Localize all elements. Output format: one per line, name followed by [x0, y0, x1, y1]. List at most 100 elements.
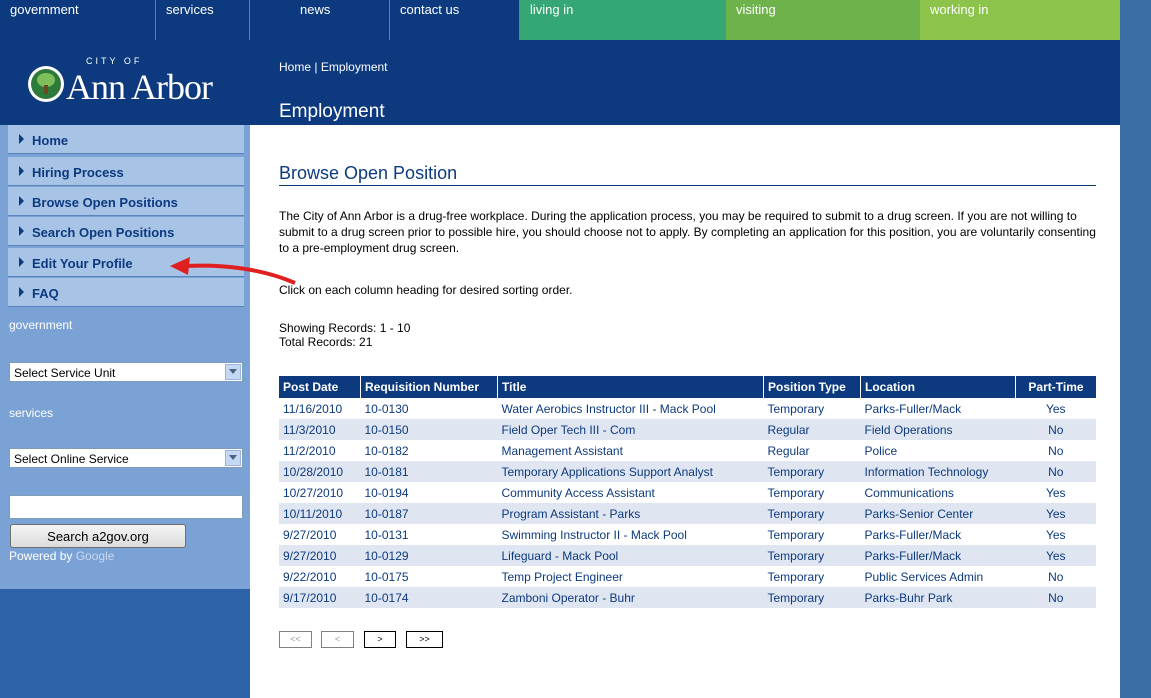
column-title[interactable]: Title: [497, 376, 764, 398]
site-search-input[interactable]: [9, 495, 243, 519]
sidebar-item-label: Browse Open Positions: [32, 195, 178, 210]
cell-requisition-number: 10-0150: [360, 419, 498, 440]
column-position-type[interactable]: Position Type: [763, 376, 861, 398]
page-title: Employment: [279, 101, 385, 122]
table-row: 9/22/2010 10-0175 Temp Project Engineer Tem…: [279, 566, 1096, 587]
breadcrumb-employment[interactable]: Employment: [321, 60, 388, 74]
cell-post-date: 9/27/2010: [283, 527, 337, 542]
cell-location: Public Services Admin: [864, 569, 984, 584]
triangle-right-icon: [19, 257, 24, 267]
table-row: 10/11/2010 10-0187 Program Assistant - Par…: [279, 503, 1096, 524]
powered-by: Powered by Google: [9, 549, 114, 563]
cell-location: Parks-Buhr Park: [860, 587, 1016, 608]
table-row: 9/27/2010 10-0131 Swimming Instructor II -…: [279, 524, 1096, 545]
cell-location: Field Operations: [860, 419, 1016, 440]
cell-part-time: Yes: [1045, 401, 1066, 416]
section-divider: [279, 185, 1096, 186]
sidebar-item-label: Home: [32, 133, 69, 148]
positions-table: Post Date Requisition Number Title Posit…: [279, 376, 1096, 608]
cell-position-type: Temporary: [763, 587, 861, 608]
column-location[interactable]: Location: [860, 376, 1016, 398]
logo-city-of: CITY OF: [86, 56, 143, 66]
pager-next-button[interactable]: >: [364, 631, 396, 648]
sidebar-item-search-open-positions[interactable]: Search Open Positions: [8, 217, 244, 246]
cell-part-time: Yes: [1015, 545, 1096, 566]
cell-post-date: 10/11/2010: [279, 503, 361, 524]
pager-last-button[interactable]: >>: [406, 631, 443, 648]
arrow-head: [170, 257, 190, 275]
cell-requisition-number: 10-0182: [364, 443, 409, 458]
powered-by-label: Powered by: [9, 549, 73, 563]
sort-hint: Click on each column heading for desired…: [279, 283, 573, 297]
cell-title[interactable]: Community Access Assistant: [498, 482, 764, 503]
table-row: 9/17/2010 10-0174 Zamboni Operator - Buhr T…: [279, 587, 1096, 608]
topnav-government[interactable]: government: [0, 0, 156, 40]
breadcrumb-home[interactable]: Home: [279, 60, 311, 74]
table-row: 11/2/2010 10-0182 Management Assistant Regu…: [279, 440, 1096, 461]
cell-post-date: 9/17/2010: [279, 587, 361, 608]
breadcrumb: Home | Employment: [279, 60, 388, 74]
cell-position-type: Temporary: [767, 401, 825, 416]
cell-requisition-number: 10-0131: [364, 527, 409, 542]
online-service-value: Select Online Service: [14, 452, 129, 466]
cell-title[interactable]: Swimming Instructor II - Mack Pool: [498, 524, 764, 545]
pager-first-button[interactable]: <<: [279, 631, 312, 648]
table-row: 11/3/2010 10-0150 Field Oper Tech III - Co…: [279, 419, 1096, 440]
cell-post-date: 11/3/2010: [279, 419, 361, 440]
cell-requisition-number: 10-0130: [364, 401, 409, 416]
topnav-working-in[interactable]: working in: [920, 0, 1120, 40]
table-row: 10/28/2010 10-0181 Temporary Applications …: [279, 461, 1096, 482]
sidebar-footer: [0, 589, 250, 698]
topnav-contact-us[interactable]: contact us: [390, 0, 520, 40]
cell-requisition-number: 10-0174: [360, 587, 498, 608]
online-service-select[interactable]: Select Online Service: [9, 448, 243, 468]
table-row: 11/16/2010 10-0130 Water Aerobics Instruct…: [279, 398, 1096, 419]
cell-title[interactable]: Temp Project Engineer: [498, 566, 764, 587]
triangle-right-icon: [19, 134, 24, 144]
arrow-shaft: [185, 263, 296, 285]
breadcrumb-separator: |: [311, 60, 321, 74]
cell-post-date: 9/22/2010: [283, 569, 337, 584]
cell-title[interactable]: Management Assistant: [498, 440, 764, 461]
cell-requisition-number: 10-0181: [360, 461, 498, 482]
service-unit-select[interactable]: Select Service Unit: [9, 362, 243, 382]
cell-title[interactable]: Lifeguard - Mack Pool: [497, 545, 764, 566]
sidebar-item-home[interactable]: Home: [8, 125, 244, 154]
topnav-services[interactable]: services: [156, 0, 250, 40]
city-logo[interactable]: CITY OF Ann Arbor: [0, 40, 250, 125]
column-post-date[interactable]: Post Date: [279, 376, 361, 398]
cell-title[interactable]: Zamboni Operator - Buhr: [497, 587, 764, 608]
cell-location: Parks-Fuller/Mack: [860, 545, 1016, 566]
pager-previous-button[interactable]: <: [321, 631, 354, 648]
cell-title[interactable]: Water Aerobics Instructor III - Mack Poo…: [498, 398, 764, 419]
triangle-right-icon: [19, 166, 24, 176]
topnav-living-in[interactable]: living in: [520, 0, 726, 40]
column-part-time[interactable]: Part-Time: [1015, 376, 1096, 398]
red-arrow-icon: [170, 257, 296, 285]
sidebar-item-browse-open-positions[interactable]: Browse Open Positions: [8, 187, 244, 216]
cell-location: Parks-Fuller/Mack: [864, 401, 962, 416]
cell-title[interactable]: Temporary Applications Support Analyst: [497, 461, 764, 482]
sidebar-item-hiring-process[interactable]: Hiring Process: [8, 157, 244, 186]
page-background-strip: [1120, 0, 1151, 698]
column-requisition-number[interactable]: Requisition Number: [360, 376, 498, 398]
cell-location: Parks-Senior Center: [860, 503, 1016, 524]
topnav-visiting[interactable]: visiting: [726, 0, 920, 40]
sidebar-item-label: FAQ: [32, 286, 59, 301]
triangle-right-icon: [19, 287, 24, 297]
cell-post-date: 10/28/2010: [279, 461, 361, 482]
cell-title[interactable]: Field Oper Tech III - Com: [497, 419, 764, 440]
google-logo: Google: [75, 549, 115, 563]
cell-requisition-number: 10-0187: [360, 503, 498, 524]
cell-post-date: 11/16/2010: [283, 401, 343, 416]
cell-post-date: 9/27/2010: [279, 545, 361, 566]
cell-position-type: Temporary: [763, 461, 861, 482]
top-navigation: government services news contact us livi…: [0, 0, 1120, 40]
site-search-button[interactable]: Search a2gov.org: [10, 524, 186, 548]
cell-location: Police: [864, 443, 898, 458]
chevron-down-icon: [225, 450, 241, 466]
services-label: services: [9, 406, 54, 420]
topnav-news[interactable]: news: [290, 0, 390, 40]
sidebar-item-label: Edit Your Profile: [32, 256, 133, 271]
cell-title[interactable]: Program Assistant - Parks: [497, 503, 764, 524]
